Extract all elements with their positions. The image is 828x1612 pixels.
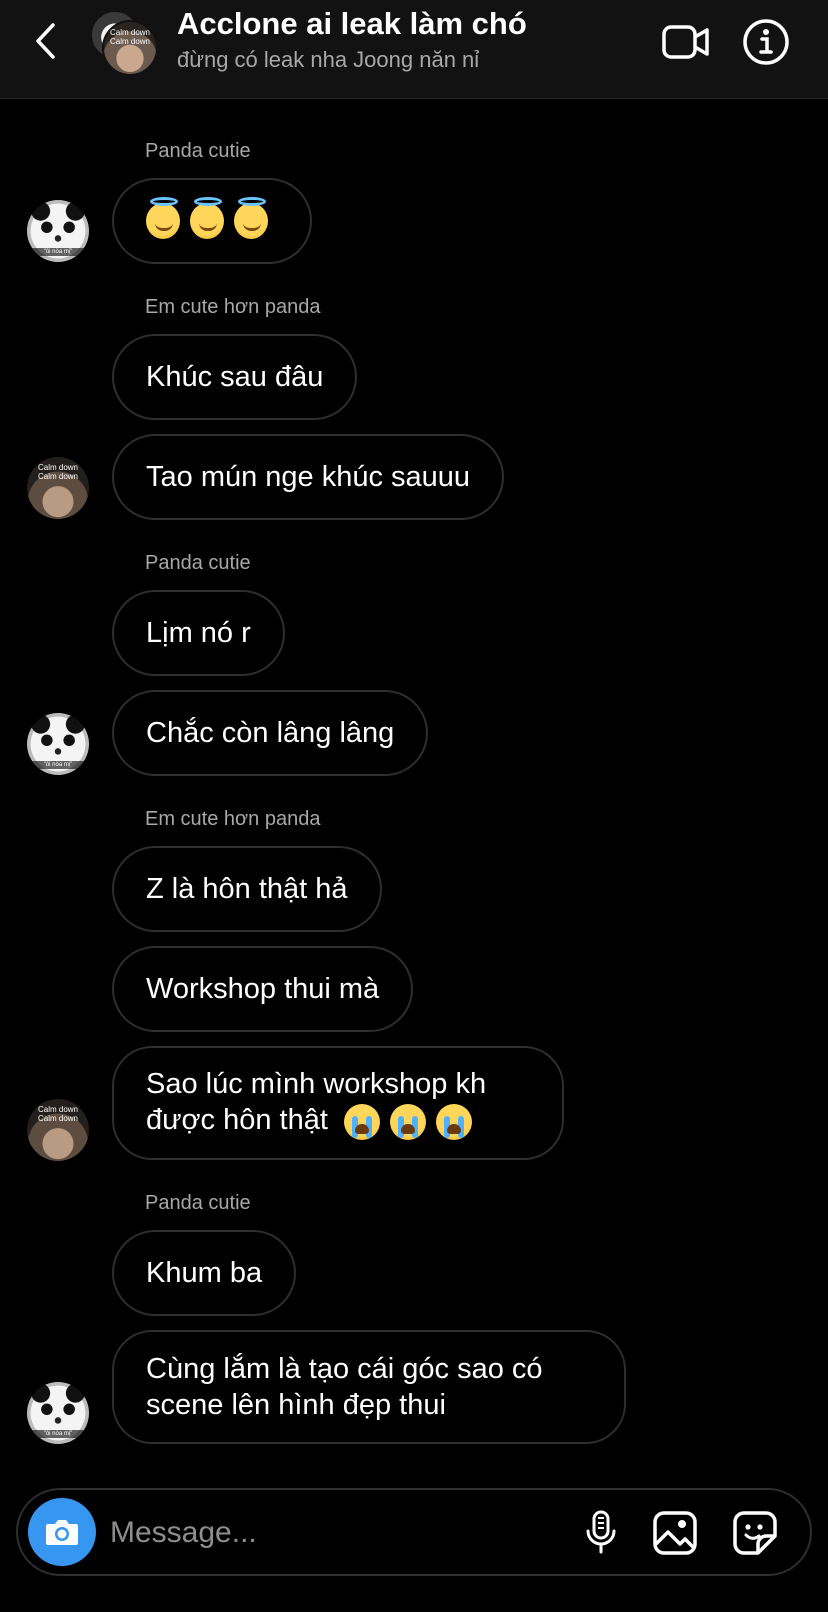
crying-emoji-icon xyxy=(436,1103,472,1140)
message-input[interactable] xyxy=(108,1504,532,1562)
smiling-halo-emoji-icon xyxy=(190,197,224,239)
crying-emoji-icon xyxy=(390,1103,426,1140)
group-avatar[interactable]: Calm down Calm down xyxy=(90,10,158,76)
smiling-halo-emoji-icon xyxy=(146,197,180,239)
message-bubble[interactable]: Tao mún nge khúc sauuu xyxy=(112,434,505,520)
message-bubble[interactable]: Khum ba xyxy=(112,1230,297,1316)
sticker-icon xyxy=(733,1511,777,1555)
microphone-button[interactable] xyxy=(576,1508,626,1558)
avatar-caption: Calm down Calm down xyxy=(37,1105,78,1123)
camera-icon xyxy=(46,1520,78,1545)
sender-name: Panda cutie xyxy=(145,1192,251,1214)
crying-emoji-icon xyxy=(344,1103,380,1140)
chevron-left-icon xyxy=(36,23,55,59)
sender-name: Panda cutie xyxy=(145,140,251,162)
message-text: Lịm nó r xyxy=(146,617,251,649)
avatar-user[interactable]: Calm down Calm down xyxy=(27,457,89,519)
info-icon xyxy=(743,19,789,65)
avatar-caption: "ôi nòa mị" xyxy=(27,1430,89,1438)
message-text: Sao lúc mình workshop kh xyxy=(146,1068,487,1101)
message-bubble[interactable]: Lịm nó r xyxy=(112,590,285,676)
video-camera-icon xyxy=(662,25,709,59)
chat-header: Calm down Calm down Acclone ai leak làm … xyxy=(0,0,828,99)
message-bubble[interactable]: Chắc còn lâng lâng xyxy=(112,690,429,776)
gallery-icon xyxy=(653,1511,697,1555)
group-avatar-caption: Calm down Calm down xyxy=(109,28,150,46)
video-call-button[interactable] xyxy=(660,20,712,64)
sender-name: Em cute hơn panda xyxy=(145,296,321,318)
message-bubble[interactable]: Z là hôn thật hả xyxy=(112,846,382,932)
avatar-panda[interactable]: "ôi nòa mị" xyxy=(27,1382,89,1444)
message-bubble[interactable]: Khúc sau đâu xyxy=(112,334,358,420)
avatar-user[interactable]: Calm down Calm down xyxy=(27,1099,89,1161)
info-button[interactable] xyxy=(742,18,790,66)
sender-name: Panda cutie xyxy=(145,552,251,574)
camera-button[interactable] xyxy=(28,1498,96,1566)
message-text: Tao mún nge khúc sauuu xyxy=(146,461,471,493)
message-bubble[interactable]: Cùng lắm là tạo cái góc sao có scene lên… xyxy=(112,1330,626,1444)
avatar-panda[interactable]: "ôi nòa mị" xyxy=(27,200,89,262)
avatar-panda[interactable]: "ôi nòa mị" xyxy=(27,713,89,775)
message-text: Cùng lắm là tạo cái góc sao có xyxy=(146,1353,543,1385)
chat-title[interactable]: Acclone ai leak làm chó xyxy=(177,6,527,42)
message-text: Workshop thui mà xyxy=(146,973,380,1005)
chat-screen: Calm down Calm down Acclone ai leak làm … xyxy=(0,0,828,1612)
back-button[interactable] xyxy=(28,18,62,64)
microphone-icon xyxy=(586,1510,616,1554)
message-text: Z là hôn thật hả xyxy=(146,873,348,905)
sender-name: Em cute hơn panda xyxy=(145,808,321,830)
message-bubble[interactable]: Sao lúc mình workshop kh được hôn thật xyxy=(112,1046,564,1160)
message-text: được hôn thật xyxy=(146,1104,328,1137)
avatar-caption: "ôi nòa mị" xyxy=(27,248,89,256)
message-text: Chắc còn lâng lâng xyxy=(146,717,395,749)
message-text: Khum ba xyxy=(146,1257,263,1289)
group-avatar-front: Calm down Calm down xyxy=(102,20,158,76)
gallery-button[interactable] xyxy=(650,1508,700,1558)
message-text-line2: được hôn thật xyxy=(146,1102,486,1140)
message-bubble[interactable] xyxy=(112,178,312,264)
avatar-caption: Calm down Calm down xyxy=(37,463,78,481)
sticker-button[interactable] xyxy=(730,1508,780,1558)
message-composer xyxy=(16,1488,812,1576)
message-bubble[interactable]: Workshop thui mà xyxy=(112,946,414,1032)
avatar-caption: "ôi nòa mị" xyxy=(27,761,89,769)
chat-subtitle: đừng có leak nha Joong năn nỉ xyxy=(177,47,480,72)
smiling-halo-emoji-icon xyxy=(234,197,268,239)
message-text: Khúc sau đâu xyxy=(146,361,324,393)
message-text: scene lên hình đẹp thui xyxy=(146,1389,446,1421)
